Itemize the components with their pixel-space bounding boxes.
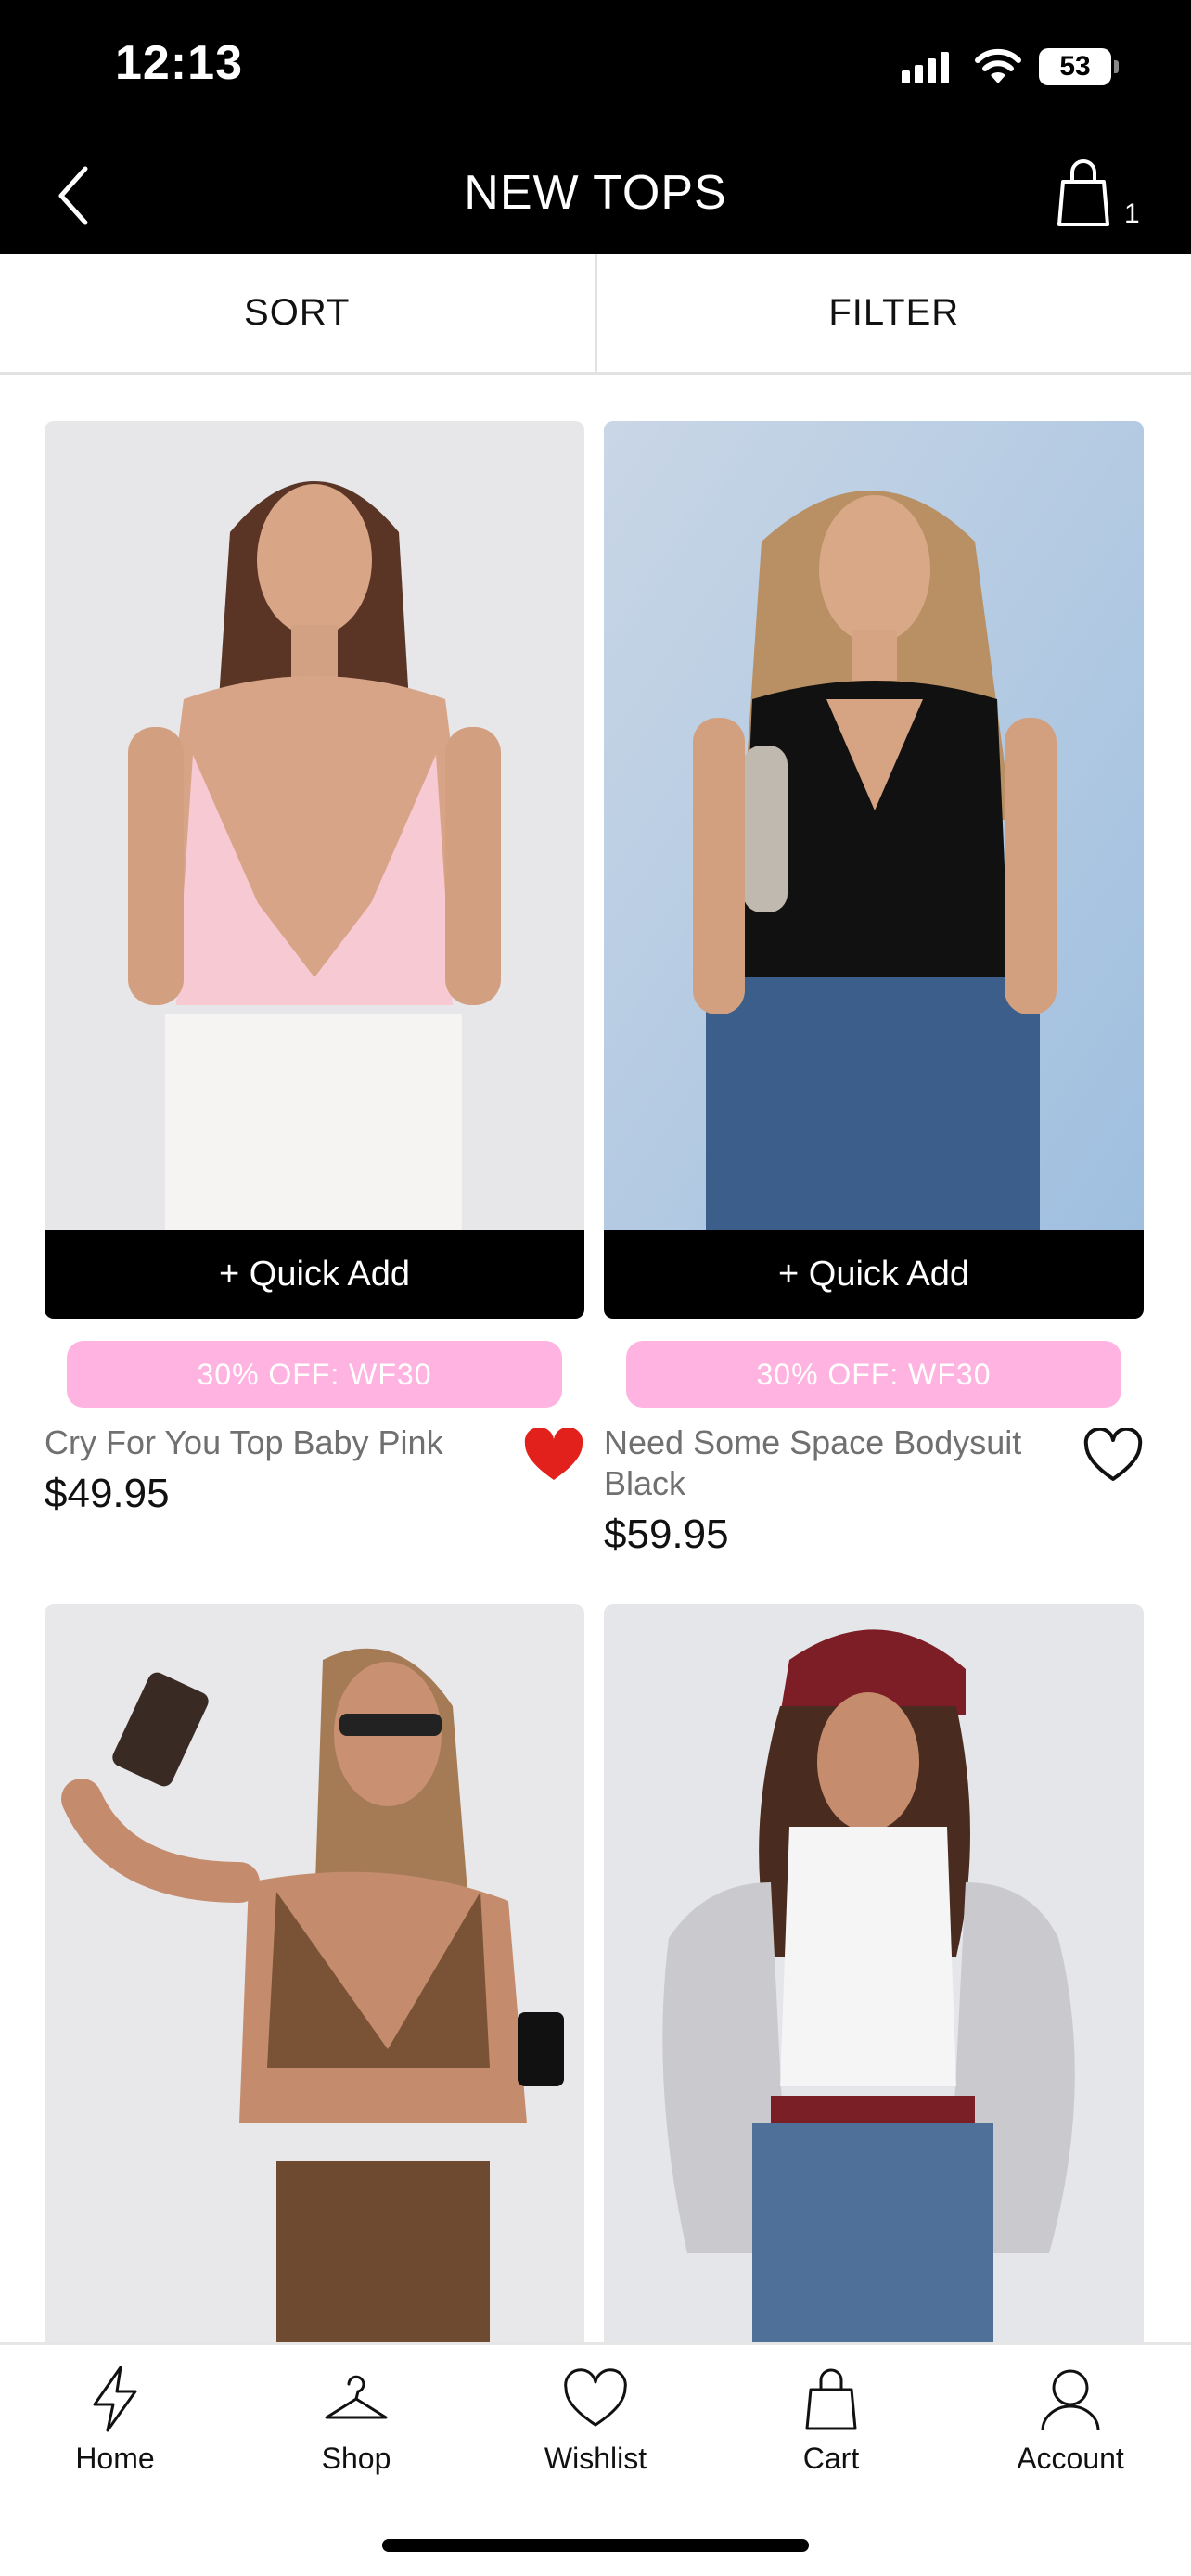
status-bar: 12:13 53	[0, 0, 1191, 137]
quick-add-button[interactable]: + Quick Add	[604, 1230, 1144, 1319]
tab-label: Cart	[802, 2442, 860, 2475]
page-title: NEW TOPS	[464, 166, 727, 220]
product-image[interactable]	[604, 421, 1144, 1230]
wifi-icon	[975, 48, 1021, 83]
status-time: 12:13	[115, 36, 243, 90]
product-image[interactable]	[45, 1604, 584, 2346]
battery-icon: 53	[1039, 48, 1119, 85]
hanger-icon	[325, 2375, 388, 2419]
product-price: $59.95	[604, 1511, 729, 1557]
tab-label: Home	[75, 2442, 155, 2475]
wishlist-heart-filled-icon[interactable]	[523, 1428, 584, 1484]
product-image[interactable]	[45, 421, 584, 1230]
tab-account[interactable]: Account	[978, 2364, 1163, 2476]
nav-header: NEW TOPS 1	[0, 137, 1191, 254]
tab-label: Shop	[321, 2442, 391, 2475]
tab-home[interactable]: Home	[22, 2364, 208, 2476]
tab-wishlist[interactable]: Wishlist	[503, 2364, 688, 2476]
product-name[interactable]: Need Some Space Bodysuit Black	[604, 1422, 1049, 1504]
sort-button[interactable]: SORT	[0, 254, 595, 372]
user-icon	[1041, 2369, 1100, 2431]
filter-button[interactable]: FILTER	[594, 254, 1191, 372]
tab-label: Account	[1017, 2442, 1124, 2475]
tab-shop[interactable]: Shop	[263, 2364, 449, 2476]
quick-add-button[interactable]: + Quick Add	[45, 1230, 584, 1319]
lightning-icon	[93, 2366, 137, 2432]
promo-code-badge: 30% OFF: WF30	[626, 1341, 1121, 1408]
signal-icon	[902, 52, 949, 83]
product-price: $49.95	[45, 1471, 170, 1516]
cart-bag-icon[interactable]	[1054, 156, 1113, 230]
tab-label: Wishlist	[544, 2442, 647, 2475]
wishlist-heart-outline-icon[interactable]	[1082, 1428, 1144, 1484]
cart-count-badge: 1	[1124, 198, 1140, 229]
tab-cart[interactable]: Cart	[738, 2364, 924, 2476]
sort-filter-bar: SORT FILTER	[0, 254, 1191, 375]
product-image[interactable]	[604, 1604, 1144, 2346]
product-name[interactable]: Cry For You Top Baby Pink	[45, 1422, 490, 1463]
home-indicator[interactable]	[382, 2539, 809, 2552]
heart-icon	[564, 2368, 627, 2427]
bag-icon	[805, 2368, 857, 2430]
promo-code-badge: 30% OFF: WF30	[67, 1341, 562, 1408]
